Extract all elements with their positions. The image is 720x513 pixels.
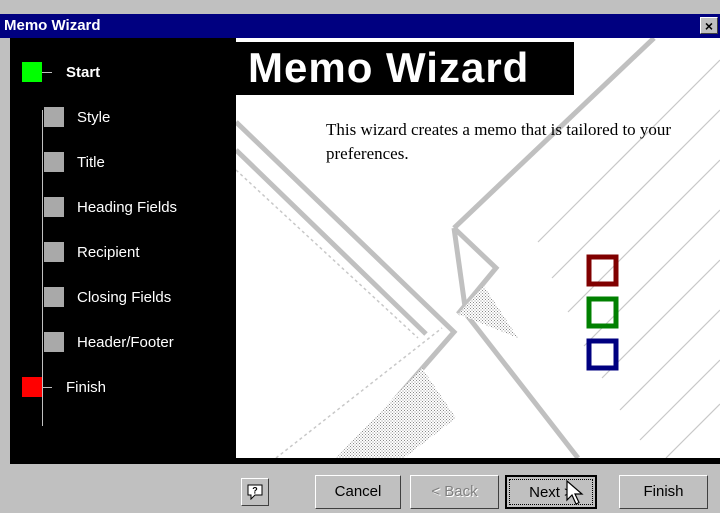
step-style-marker — [44, 107, 64, 127]
close-button[interactable]: × — [700, 17, 718, 34]
memo-illustration — [236, 38, 720, 458]
step-title-marker — [44, 152, 64, 172]
step-finish-marker — [22, 377, 42, 397]
shadow-small — [458, 286, 518, 338]
back-button-label: < Back — [431, 483, 478, 500]
step-label-heading-fields: Heading Fields — [77, 199, 178, 216]
paper-outline — [236, 38, 656, 458]
step-header-footer[interactable]: Header/Footer — [10, 328, 236, 358]
step-start[interactable]: Start — [10, 58, 236, 88]
step-heading-fields-marker — [44, 197, 64, 217]
green-square-icon — [586, 296, 619, 329]
banner: Memo Wizard — [236, 42, 574, 95]
step-recipient-marker — [44, 242, 64, 262]
step-start-marker — [22, 62, 42, 82]
cancel-button-label: Cancel — [334, 483, 382, 500]
step-title[interactable]: Title — [10, 148, 236, 178]
help-question-icon: ? — [247, 484, 263, 500]
wizard-content-area — [236, 38, 720, 458]
step-label-title: Title — [77, 154, 105, 171]
step-label-header-footer: Header/Footer — [77, 334, 174, 351]
help-button[interactable]: ? — [241, 478, 269, 506]
step-label-closing-fields: Closing Fields — [77, 289, 172, 306]
step-panel: Start Style Title Heading Fields Recipie… — [10, 38, 236, 458]
step-recipient[interactable]: Recipient — [10, 238, 236, 268]
step-heading-fields[interactable]: Heading Fields — [10, 193, 236, 223]
wizard-description: This wizard creates a memo that is tailo… — [326, 120, 672, 163]
blue-square-icon — [586, 338, 619, 371]
back-button[interactable]: < Back — [410, 475, 499, 509]
step-closing-fields-marker — [44, 287, 64, 307]
step-label-finish: Finish — [66, 379, 107, 396]
finish-button-label: Finish — [643, 483, 684, 500]
red-square-icon — [586, 254, 619, 287]
step-label-style: Style — [77, 109, 111, 126]
step-tick — [42, 387, 52, 388]
content-divider — [10, 458, 720, 464]
step-label-recipient: Recipient — [77, 244, 140, 261]
memo-wizard-window: Memo Wizard × Start Style Title Heading … — [0, 0, 720, 513]
step-closing-fields[interactable]: Closing Fields — [10, 283, 236, 313]
svg-text:?: ? — [252, 486, 258, 496]
step-header-footer-marker — [44, 332, 64, 352]
step-label-start: Start — [66, 64, 101, 81]
cancel-button[interactable]: Cancel — [315, 475, 401, 509]
step-finish[interactable]: Finish — [10, 373, 236, 403]
finish-button[interactable]: Finish — [619, 475, 708, 509]
window-title: Memo Wizard — [4, 17, 101, 34]
step-style[interactable]: Style — [10, 103, 236, 133]
shadow-large — [336, 368, 456, 458]
mouse-pointer-icon — [566, 480, 584, 505]
step-tick — [42, 72, 52, 73]
banner-title: Memo Wizard — [248, 44, 530, 91]
title-bar[interactable]: Memo Wizard × — [0, 14, 720, 38]
